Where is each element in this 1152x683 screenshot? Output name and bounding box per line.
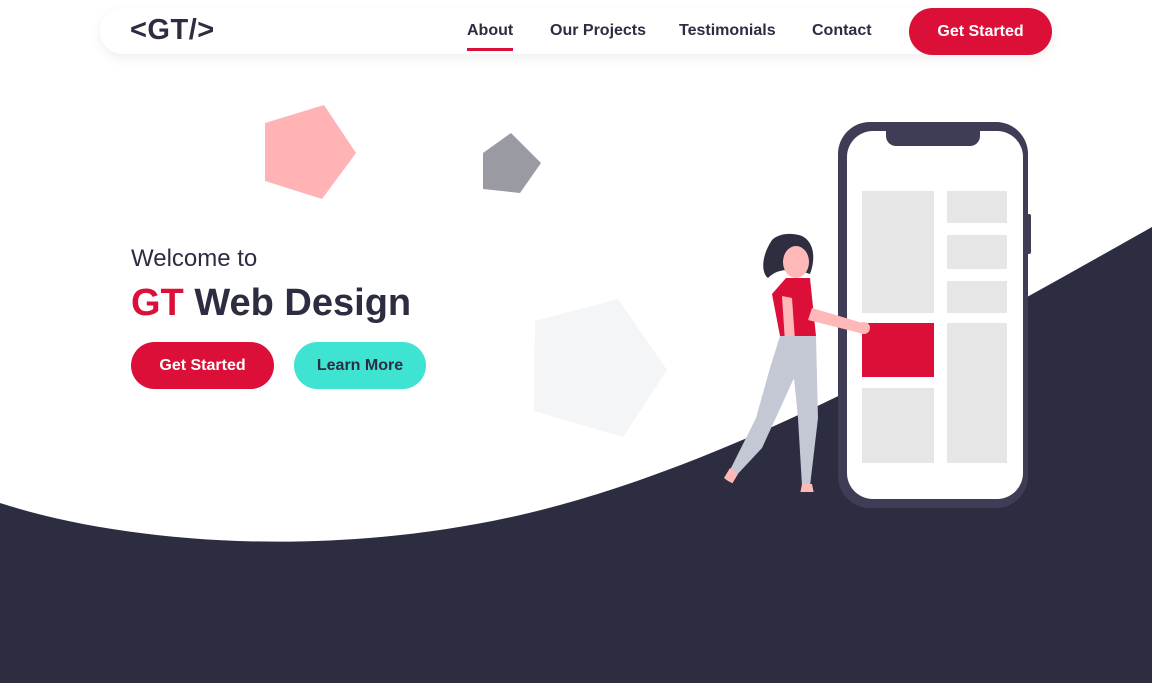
site-logo[interactable]: <GT/>	[130, 14, 215, 47]
nav-get-started-button[interactable]: Get Started	[909, 8, 1052, 55]
hero-title: GT Web Design	[131, 282, 411, 325]
hero-get-started-button[interactable]: Get Started	[131, 342, 274, 389]
phone-illustration-icon	[838, 122, 1031, 508]
nav-link-our-projects[interactable]: Our Projects	[550, 22, 646, 40]
hero-title-accent: GT	[131, 282, 184, 324]
pentagon-faint-icon	[534, 299, 667, 437]
hero-learn-more-button[interactable]: Learn More	[294, 342, 426, 389]
pentagon-gray-icon	[483, 133, 541, 193]
pentagon-pink-icon	[265, 105, 356, 199]
hero-illustration	[720, 122, 1031, 508]
navbar: <GT/> About Our Projects Testimonials Co…	[100, 8, 1052, 55]
hero-welcome-text: Welcome to	[131, 245, 258, 272]
nav-link-contact[interactable]: Contact	[812, 22, 872, 40]
nav-link-about[interactable]: About	[467, 22, 514, 51]
nav-link-testimonials[interactable]: Testimonials	[679, 22, 776, 40]
hero-title-rest: Web Design	[194, 282, 412, 324]
